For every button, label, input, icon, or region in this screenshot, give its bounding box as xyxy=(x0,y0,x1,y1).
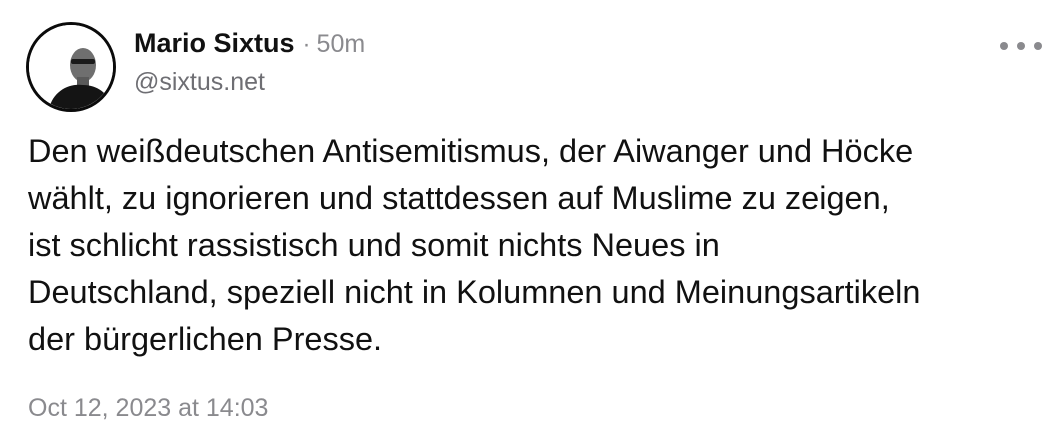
post-timestamp[interactable]: Oct 12, 2023 at 14:03 xyxy=(28,394,268,423)
relative-time[interactable]: 50m xyxy=(317,30,366,59)
post-text-line: Den weißdeutschen Antisemitismus, der Ai… xyxy=(28,133,914,169)
author-handle[interactable]: @sixtus.net xyxy=(134,68,265,97)
more-options-button[interactable] xyxy=(1000,34,1042,58)
post-text-line: ist schlicht rassistisch und somit nicht… xyxy=(28,227,720,263)
author-row: Mario Sixtus · 50m xyxy=(134,28,365,64)
avatar[interactable] xyxy=(26,22,116,112)
profile-photo-icon xyxy=(29,25,113,109)
separator-dot: · xyxy=(302,31,311,58)
author-display-name[interactable]: Mario Sixtus xyxy=(134,28,295,59)
ellipsis-icon xyxy=(1000,42,1008,50)
post-text-line: der bürgerlichen Presse. xyxy=(28,321,383,357)
post-text-line: wählt, zu ignorieren und stattdessen auf… xyxy=(28,180,890,216)
post-text-line: Deutschland, speziell nicht in Kolumnen … xyxy=(28,274,921,310)
ellipsis-icon xyxy=(1017,42,1025,50)
ellipsis-icon xyxy=(1034,42,1042,50)
post-text: Den weißdeutschen Antisemitismus, der Ai… xyxy=(28,128,1038,363)
post-card: Mario Sixtus · 50m @sixtus.net Den weißd… xyxy=(0,0,1054,444)
